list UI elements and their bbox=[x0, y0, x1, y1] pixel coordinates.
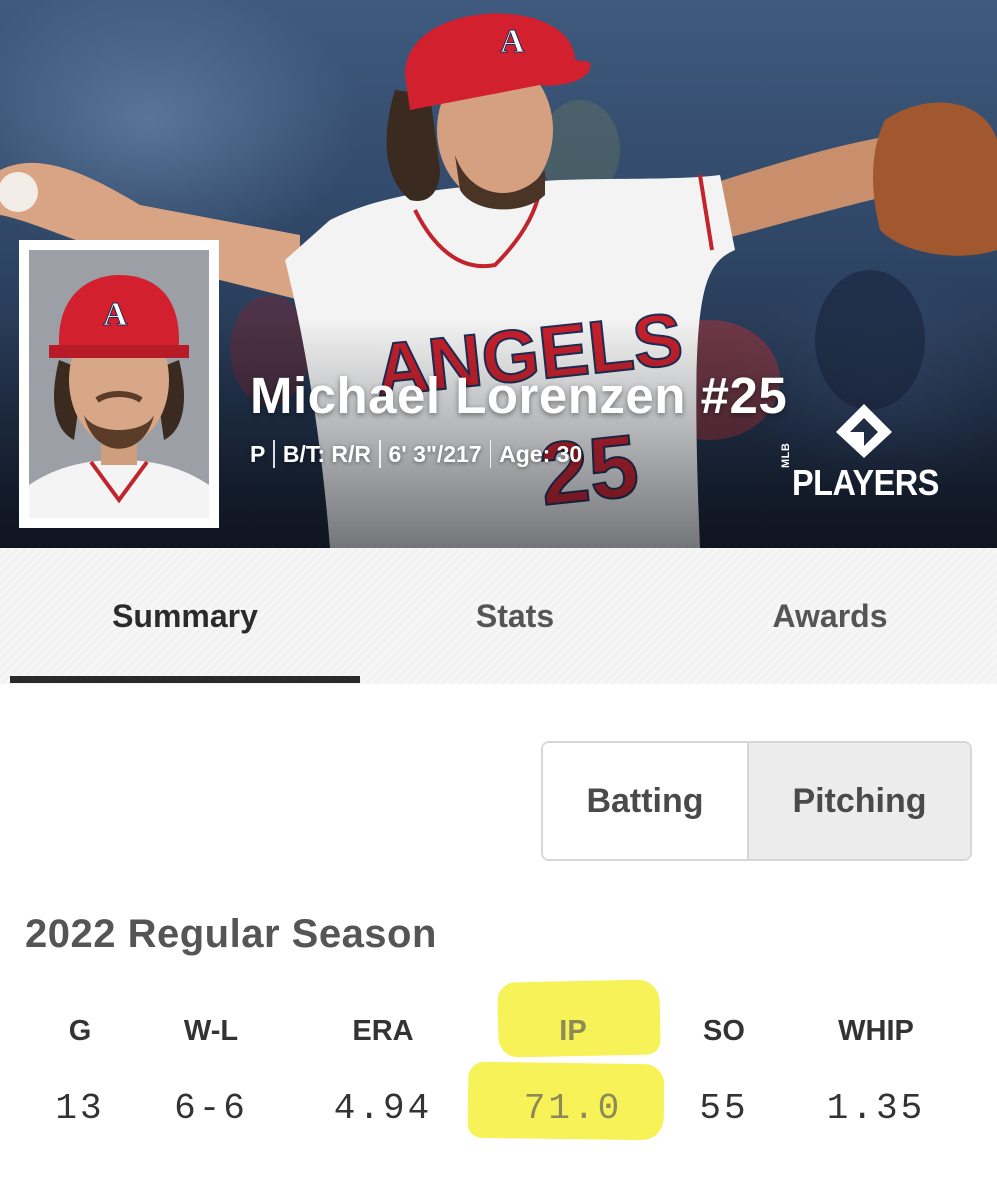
jersey-number: 25 bbox=[535, 415, 643, 524]
meta-divider bbox=[273, 440, 275, 468]
player-age: Age: 30 bbox=[499, 440, 583, 467]
player-name: Michael Lorenzen #25 bbox=[250, 367, 788, 424]
season-title: 2022 Regular Season bbox=[25, 912, 437, 956]
stat-header: SO bbox=[703, 1015, 745, 1047]
player-bats-throws: B/T: R/R bbox=[282, 440, 372, 467]
profile-tabs: Summary Stats Awards bbox=[0, 548, 997, 684]
meta-divider bbox=[489, 440, 492, 468]
active-tab-indicator bbox=[10, 676, 360, 683]
player-position: P bbox=[250, 440, 266, 467]
tab-awards[interactable]: Awards bbox=[670, 548, 990, 684]
meta-divider bbox=[379, 440, 381, 468]
player-hero-banner: ANGELS 25 A A Michael Lorenzen #25 P B/T… bbox=[0, 0, 997, 548]
diamond-logo-icon bbox=[836, 404, 892, 458]
mlb-players-logo: MLB PLAYERS bbox=[778, 402, 960, 506]
player-meta: P B/T: R/R 6' 3"/217 Age: 30 bbox=[250, 440, 582, 468]
batting-toggle-button[interactable]: Batting bbox=[543, 743, 749, 859]
players-wordmark: PLAYERS bbox=[792, 462, 939, 503]
stat-header: W-L bbox=[183, 1015, 239, 1047]
headshot-photo: A bbox=[29, 250, 209, 518]
stat-value: 1.35 bbox=[826, 1088, 926, 1129]
stat-header: ERA bbox=[352, 1015, 414, 1047]
stat-value: 55 bbox=[699, 1088, 749, 1129]
batting-pitching-toggle: Batting Pitching bbox=[541, 741, 972, 861]
cap-logo: A bbox=[500, 23, 525, 60]
headshot-cap-logo: A bbox=[103, 296, 128, 333]
mlb-small-text: MLB bbox=[780, 442, 792, 468]
stat-value: 71.0 bbox=[523, 1088, 623, 1129]
stat-header: WHIP bbox=[838, 1015, 914, 1047]
stat-header: IP bbox=[559, 1015, 587, 1047]
pitching-toggle-button[interactable]: Pitching bbox=[749, 743, 970, 859]
player-height-weight: 6' 3"/217 bbox=[388, 440, 482, 467]
tab-stats[interactable]: Stats bbox=[360, 548, 670, 684]
player-headshot: A bbox=[19, 240, 219, 528]
stat-value: 4.94 bbox=[333, 1088, 433, 1129]
stat-value: 6-6 bbox=[174, 1088, 248, 1129]
tab-summary[interactable]: Summary bbox=[10, 548, 360, 684]
